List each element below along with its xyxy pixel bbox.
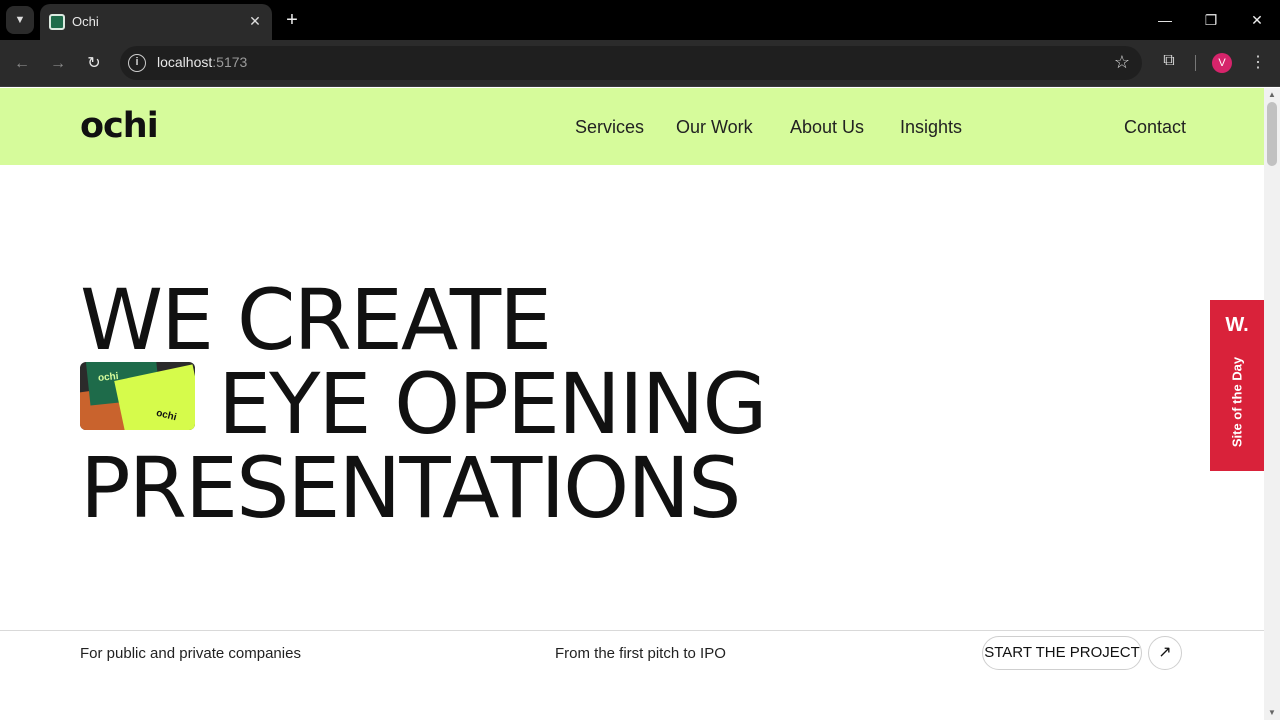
- favicon-icon: [49, 14, 65, 30]
- profile-avatar[interactable]: V: [1212, 53, 1232, 73]
- nav-insights[interactable]: Insights: [900, 117, 962, 138]
- browser-tabstrip: ▼ Ochi ✕ + — ❐ ✕: [0, 0, 1280, 40]
- url-host: localhost: [157, 54, 213, 70]
- tab-title: Ochi: [72, 14, 99, 29]
- site-navbar: ochi Services Our Work About Us Insights…: [0, 88, 1264, 165]
- page-viewport: ochi Services Our Work About Us Insights…: [0, 88, 1264, 720]
- hero-image: ochi ochi: [80, 362, 195, 430]
- nav-contact[interactable]: Contact: [1124, 117, 1186, 138]
- site-logo[interactable]: ochi: [80, 106, 159, 146]
- restore-icon[interactable]: ❐: [1196, 8, 1226, 32]
- forward-icon[interactable]: →: [46, 52, 70, 76]
- arrow-up-right-icon[interactable]: ↗: [1148, 636, 1182, 670]
- start-project-button[interactable]: START THE PROJECT: [982, 636, 1142, 670]
- tagline-middle: From the first pitch to IPO: [555, 645, 726, 662]
- hero-line-1: WE CREATE: [80, 271, 552, 369]
- hero-line-3: PRESENTATIONS: [80, 439, 741, 537]
- close-window-icon[interactable]: ✕: [1242, 8, 1272, 32]
- scroll-thumb[interactable]: [1267, 102, 1277, 166]
- scroll-down-icon[interactable]: ▼: [1267, 708, 1277, 718]
- award-label: Site of the Day: [1229, 356, 1245, 448]
- site-info-icon[interactable]: i: [128, 54, 146, 72]
- back-icon[interactable]: ←: [10, 52, 34, 76]
- new-tab-icon[interactable]: +: [280, 8, 304, 32]
- toolbar-divider: [1195, 55, 1196, 71]
- browser-toolbar: ← → ↻ i localhost:5173 ☆ ⧉ V ⋮: [0, 40, 1280, 87]
- address-bar[interactable]: i localhost:5173 ☆: [120, 46, 1142, 80]
- section-divider: [0, 630, 1264, 631]
- url-text[interactable]: localhost:5173: [157, 54, 247, 70]
- close-tab-icon[interactable]: ✕: [246, 12, 264, 30]
- tagline-left: For public and private companies: [80, 645, 301, 662]
- nav-about-us[interactable]: About Us: [790, 117, 864, 138]
- browser-tab[interactable]: Ochi ✕: [40, 4, 272, 40]
- site-of-the-day-badge[interactable]: W. Site of the Day: [1210, 300, 1264, 471]
- scroll-up-icon[interactable]: ▲: [1267, 90, 1277, 100]
- hero-image-label-1: ochi: [97, 370, 120, 385]
- tab-search-icon[interactable]: ▼: [6, 6, 34, 34]
- reload-icon[interactable]: ↻: [82, 52, 106, 76]
- awwwards-logo: W.: [1225, 314, 1249, 336]
- nav-our-work[interactable]: Our Work: [676, 117, 753, 138]
- bookmark-star-icon[interactable]: ☆: [1114, 52, 1130, 73]
- nav-services[interactable]: Services: [575, 117, 644, 138]
- hero-line-2: EYE OPENING: [218, 355, 768, 453]
- browser-menu-icon[interactable]: ⋮: [1248, 52, 1268, 74]
- page-scrollbar[interactable]: ▲ ▼: [1264, 88, 1280, 720]
- minimize-icon[interactable]: —: [1150, 8, 1180, 32]
- url-port: :5173: [212, 54, 248, 70]
- extensions-icon[interactable]: ⧉: [1158, 52, 1180, 74]
